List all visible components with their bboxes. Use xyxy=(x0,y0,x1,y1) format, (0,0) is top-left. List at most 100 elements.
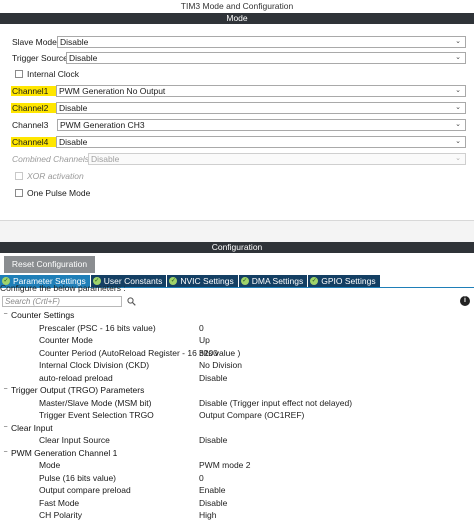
parameter-tree: − Counter Settings Prescaler (PSC - 16 bit… xyxy=(0,309,474,522)
internal-clock-checkbox[interactable] xyxy=(15,69,23,78)
channel2-row: Channel2 Disable ⌄ xyxy=(11,101,466,114)
chevron-down-icon: ⌄ xyxy=(455,120,461,128)
parameter-value[interactable]: Disable xyxy=(199,434,227,447)
reset-configuration-button[interactable]: Reset Configuration xyxy=(4,256,95,273)
parameter-value[interactable]: PWM mode 2 xyxy=(199,459,251,472)
parameter-row[interactable]: Internal Clock Division (CKD) No Division xyxy=(0,359,474,372)
parameter-value[interactable]: 0 xyxy=(199,472,204,485)
parameter-row[interactable]: Counter Mode Up xyxy=(0,334,474,347)
parameter-group-row[interactable]: − Trigger Output (TRGO) Parameters xyxy=(0,384,474,397)
check-icon: ✓ xyxy=(240,277,249,285)
parameter-name: Output compare preload xyxy=(39,485,131,495)
trigger-source-label: Trigger Source xyxy=(12,52,68,63)
parameter-value[interactable]: Disable xyxy=(199,372,227,385)
parameter-group-name: Clear Input xyxy=(11,422,53,433)
combined-channels-label: Combined Channels xyxy=(12,153,90,164)
chevron-down-icon: ⌄ xyxy=(455,137,461,145)
info-icon[interactable]: i xyxy=(460,296,470,306)
parameter-value[interactable]: Output Compare (OC1REF) xyxy=(199,409,304,422)
one-pulse-mode-label: One Pulse Mode xyxy=(27,187,91,198)
trigger-source-value: Disable xyxy=(69,52,98,63)
parameter-group-row[interactable]: − Clear Input xyxy=(0,422,474,435)
parameter-value[interactable]: High xyxy=(199,509,216,522)
search-options-icon[interactable] xyxy=(126,296,136,306)
parameter-group-name: PWM Generation Channel 1 xyxy=(11,447,118,458)
parameter-name: Counter Mode xyxy=(39,335,93,345)
tab-label: DMA Settings xyxy=(251,276,304,286)
mode-section-header: Mode xyxy=(0,13,474,24)
collapse-icon[interactable]: − xyxy=(0,422,11,435)
search-input[interactable]: Search (Crtl+F) xyxy=(2,295,122,307)
parameter-name: CH Polarity xyxy=(39,510,82,520)
parameter-row[interactable]: Pulse (16 bits value) 0 xyxy=(0,472,474,485)
window-title: TIM3 Mode and Configuration xyxy=(0,0,474,13)
parameter-row[interactable]: Output compare preload Enable xyxy=(0,484,474,497)
parameter-name: Fast Mode xyxy=(39,497,80,508)
parameter-name: Counter Period (AutoReload Register - 16… xyxy=(39,347,241,358)
parameter-row[interactable]: Counter Period (AutoReload Register - 16… xyxy=(0,347,474,360)
parameter-value[interactable]: No Division xyxy=(199,359,242,372)
parameter-row[interactable]: Trigger Event Selection TRGO Output Compa… xyxy=(0,409,474,422)
parameter-row[interactable]: Clear Input Source Disable xyxy=(0,434,474,447)
check-icon: ✓ xyxy=(169,277,178,285)
combined-channels-select: Disable ⌄ xyxy=(88,152,466,165)
parameter-value[interactable]: Disable (Trigger input effect not delaye… xyxy=(199,397,352,410)
parameter-group-name: Trigger Output (TRGO) Parameters xyxy=(11,385,145,395)
slave-mode-row: Slave Mode Disable ⌄ xyxy=(12,35,466,48)
parameter-row[interactable]: Fast Mode Disable xyxy=(0,497,474,510)
channel4-row: Channel4 Disable ⌄ xyxy=(11,135,466,148)
channel3-select[interactable]: PWM Generation CH3 ⌄ xyxy=(57,118,466,131)
parameter-value[interactable]: Enable xyxy=(199,484,225,497)
tab-nvic-settings[interactable]: ✓ NVIC Settings xyxy=(167,275,238,287)
chevron-down-icon: ⌄ xyxy=(455,103,461,111)
parameter-name: Trigger Event Selection TRGO xyxy=(39,410,154,420)
configuration-toolbar: Reset Configuration ✓ Parameter Settings… xyxy=(0,253,474,288)
parameter-row[interactable]: Prescaler (PSC - 16 bits value) 0 xyxy=(0,322,474,335)
configuration-description: Configure the below parameters : xyxy=(0,283,126,293)
one-pulse-mode-checkbox-row[interactable]: One Pulse Mode xyxy=(15,186,90,199)
parameter-name: Prescaler (PSC - 16 bits value) xyxy=(39,322,156,333)
configuration-section-header: Configuration xyxy=(0,242,474,253)
panel-divider xyxy=(0,220,474,242)
parameter-name: Pulse (16 bits value) xyxy=(39,472,117,483)
channel1-value: PWM Generation No Output xyxy=(59,85,166,96)
channel4-select[interactable]: Disable ⌄ xyxy=(56,135,466,148)
internal-clock-checkbox-row[interactable]: Internal Clock xyxy=(15,67,79,80)
xor-activation-checkbox-row: XOR activation xyxy=(15,169,84,182)
parameter-group-row[interactable]: − PWM Generation Channel 1 xyxy=(0,447,474,460)
xor-activation-label: XOR activation xyxy=(27,170,84,181)
slave-mode-select[interactable]: Disable ⌄ xyxy=(57,35,466,48)
collapse-icon[interactable]: − xyxy=(0,384,11,397)
parameter-row[interactable]: auto-reload preload Disable xyxy=(0,372,474,385)
tab-gpio-settings[interactable]: ✓ GPIO Settings xyxy=(308,275,380,287)
channel1-row: Channel1 PWM Generation No Output ⌄ xyxy=(11,84,466,97)
collapse-icon[interactable]: − xyxy=(0,447,11,460)
channel2-select[interactable]: Disable ⌄ xyxy=(56,101,466,114)
tab-label: GPIO Settings xyxy=(321,276,376,286)
channel2-label: Channel2 xyxy=(11,102,56,113)
parameter-row[interactable]: CH Polarity High xyxy=(0,509,474,522)
parameter-row[interactable]: Master/Slave Mode (MSM bit) Disable (Trig… xyxy=(0,397,474,410)
parameter-value[interactable]: Disable xyxy=(199,497,227,510)
channel3-value: PWM Generation CH3 xyxy=(60,119,145,130)
one-pulse-mode-checkbox[interactable] xyxy=(15,188,23,197)
trigger-source-select[interactable]: Disable ⌄ xyxy=(66,51,466,64)
parameter-value[interactable]: 0 xyxy=(199,322,204,335)
internal-clock-label: Internal Clock xyxy=(27,68,79,79)
channel3-label: Channel3 xyxy=(12,119,49,130)
parameter-name: Mode xyxy=(39,460,61,470)
channel4-value: Disable xyxy=(59,136,88,147)
channel1-select[interactable]: PWM Generation No Output ⌄ xyxy=(56,84,466,97)
parameter-row[interactable]: Mode PWM mode 2 xyxy=(0,459,474,472)
slave-mode-label: Slave Mode xyxy=(12,36,57,47)
combined-channels-row: Combined Channels Disable ⌄ xyxy=(12,152,466,165)
combined-channels-value: Disable xyxy=(91,153,120,164)
chevron-down-icon: ⌄ xyxy=(455,37,461,45)
parameter-name: Internal Clock Division (CKD) xyxy=(39,360,150,370)
parameter-value[interactable]: 3200 xyxy=(199,347,218,360)
parameter-group-row[interactable]: − Counter Settings xyxy=(0,309,474,322)
tab-dma-settings[interactable]: ✓ DMA Settings xyxy=(238,275,308,287)
trigger-source-row: Trigger Source Disable ⌄ xyxy=(12,51,466,64)
collapse-icon[interactable]: − xyxy=(0,309,11,322)
parameter-value[interactable]: Up xyxy=(199,334,210,347)
